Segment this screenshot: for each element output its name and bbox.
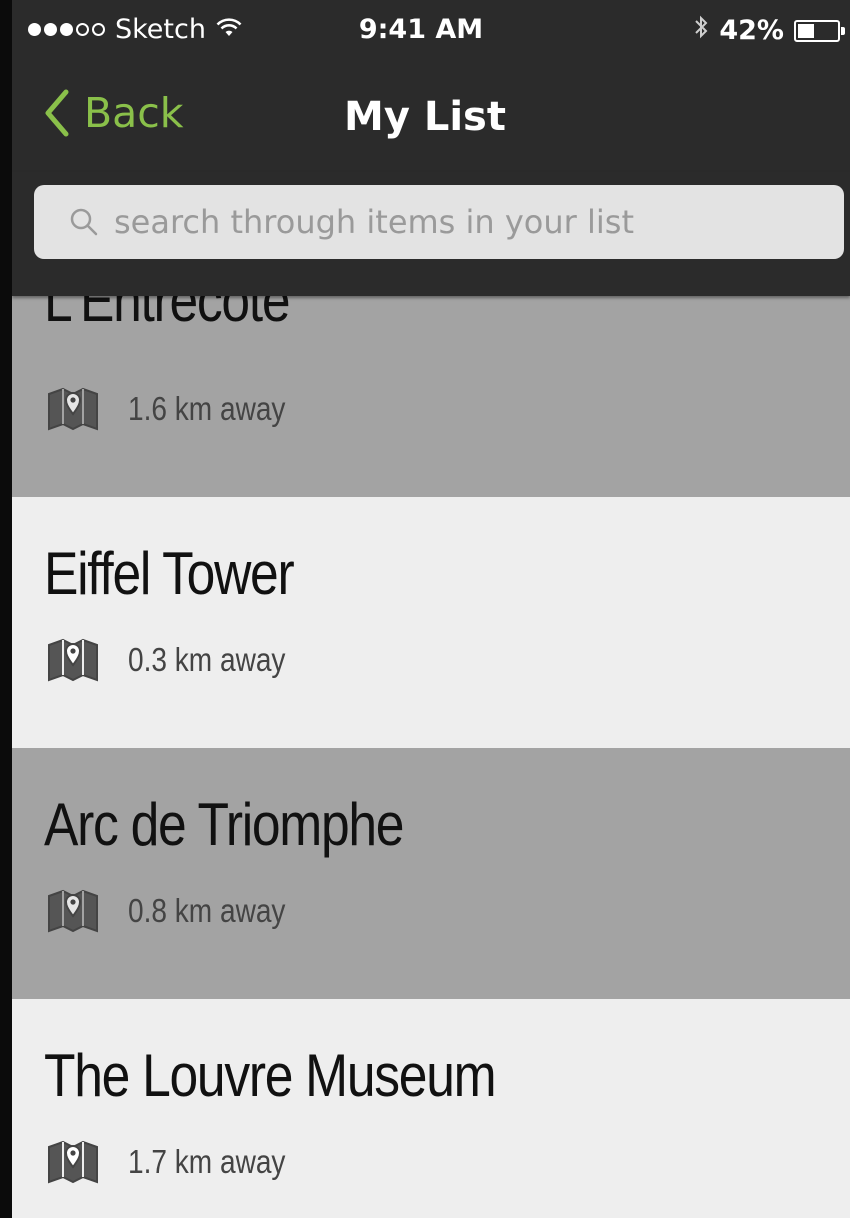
distance-row: 1.7 km away (46, 1139, 313, 1185)
status-right: 42% (693, 14, 845, 47)
search-input[interactable] (112, 202, 816, 242)
status-bar: Sketch 9:41 AM 42% (12, 0, 850, 66)
list-item-title: Eiffel Tower (44, 540, 295, 607)
list-item[interactable]: The Louvre Museum 1.7 km away (12, 999, 850, 1218)
search-bar (12, 172, 850, 296)
map-pin-icon (48, 1140, 98, 1184)
list-item-title: Arc de Triomphe (44, 791, 405, 858)
navigation-bar: Back My List (12, 66, 850, 172)
list-item[interactable]: Eiffel Tower 0.3 km away (12, 497, 850, 748)
battery-icon (794, 19, 845, 42)
bluetooth-icon (693, 14, 709, 47)
search-field[interactable] (34, 185, 844, 259)
distance-text: 0.8 km away (128, 892, 286, 929)
battery-fill (798, 23, 815, 38)
distance-row: 1.6 km away (46, 386, 313, 432)
distance-row: 0.3 km away (46, 637, 313, 683)
map-pin-icon (48, 889, 98, 933)
page-title: My List (344, 94, 506, 140)
map-pin-icon (48, 387, 98, 431)
map-pin-icon (48, 638, 98, 682)
distance-row: 0.8 km away (46, 888, 313, 934)
distance-text: 0.3 km away (128, 641, 286, 678)
saved-places-list: L'Entrecote 1.6 km away Eiffel Tower 0.3… (12, 267, 850, 1218)
battery-percentage: 42% (719, 15, 784, 46)
list-item[interactable]: L'Entrecote 1.6 km away (12, 267, 850, 497)
list-item[interactable]: Arc de Triomphe 0.8 km away (12, 748, 850, 999)
search-icon (70, 208, 98, 236)
phone-screen: Sketch 9:41 AM 42% Back My List search t… (12, 0, 850, 1218)
list-item-title: The Louvre Museum (44, 1042, 497, 1109)
distance-text: 1.7 km away (128, 1143, 286, 1180)
distance-text: 1.6 km away (128, 390, 286, 427)
